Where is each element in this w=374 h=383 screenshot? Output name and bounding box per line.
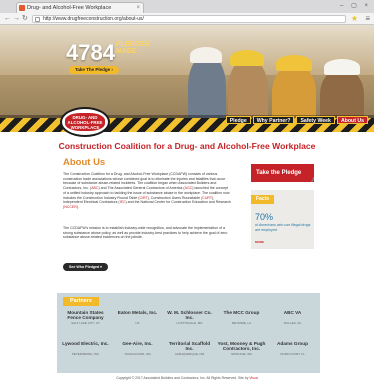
page-title: About Us [63,157,106,168]
partner-name: ABC VA [283,310,302,315]
hero-background [0,25,374,75]
partner-item[interactable]: Adams Group NORTH PORT, FL [268,341,317,356]
partner-location: TUMACACORI, WA [124,352,151,356]
hardhat-icon [190,47,222,63]
para1-text: ), Construction Users Roundtable ( [147,195,203,200]
reload-icon[interactable]: ↻ [22,14,28,24]
partner-name: Lywood Electric, Inc. [62,341,109,346]
nav-item-why-partner[interactable]: Why Partner? [252,116,295,124]
partner-name: Gee-Aire, Inc. [122,341,153,346]
partner-location: METAIRIE, LA [231,321,252,325]
page-headline: Construction Coalition for a Drug- and A… [58,141,316,151]
window-controls[interactable]: – ▢ × [340,2,371,9]
partner-item[interactable]: The MCC Group METAIRIE, LA [217,310,266,325]
pledge-count: 4784 [66,40,115,65]
browser-tab[interactable]: Drug- and Alcohol-Free Workplace × [16,2,144,13]
partner-item[interactable]: Yost, Mooney & Pugh Contractors, Inc. SP… [217,341,266,356]
footer-text: Copyright © 2017 Associated Builders and… [116,376,250,380]
partners-title: Partners [63,297,99,306]
address-bar[interactable]: http://www.drugfreeconstruction.org/abou… [32,15,346,23]
hardhat-icon [276,55,312,71]
partner-item[interactable]: Lywood Electric, Inc. PETERSBURG, WA [61,341,110,356]
site-logo[interactable]: DRUG- AND ALCOHOL-FREE WORKPLACE [60,107,110,137]
partner-location: NORTH PORT, FL [280,352,305,356]
tab-title: Drug- and Alcohol-Free Workplace [27,5,112,11]
partner-item[interactable]: Mountain States Fence Company SALT LAKE … [61,310,110,325]
link-curt[interactable]: CURT [202,196,212,200]
nav-item-pledge[interactable]: Pledge [225,116,251,124]
back-icon[interactable]: ← [4,14,11,24]
logo-badge: DRUG- AND ALCOHOL-FREE WORKPLACE [65,113,105,131]
footer-credit-link[interactable]: Visua [249,376,257,380]
para1-text: ). [76,204,79,209]
browser-tab-bar: Drug- and Alcohol-Free Workplace × – ▢ × [0,0,374,13]
link-cirt[interactable]: CIRT [139,196,147,200]
facts-text: of Americans who use illegal drugs are e… [255,223,311,232]
main-nav: Pledge Why Partner? Safety Week About Us [225,116,368,124]
nav-item-about-us[interactable]: About Us [336,116,368,124]
facts-percentage: 70% [255,212,274,222]
partner-location: SALT LAKE CITY, UT [71,321,100,325]
forward-icon[interactable]: → [13,14,20,24]
page-icon [35,17,40,22]
partner-location: UK [135,321,140,325]
partner-location: DULLES, VA [283,321,302,325]
para1-text: ) and The Associated General Contractors… [98,186,185,191]
partner-location: ALBUQUERQUE, NM [174,352,205,356]
partner-item[interactable]: ABC VA DULLES, VA [268,310,317,325]
bookmark-star-icon[interactable]: ★ [351,14,358,24]
partner-item[interactable]: Gee-Aire, Inc. TUMACACORI, WA [113,341,162,356]
pledges-made-label: PLEDGES MADE [116,41,149,55]
hardhat-icon [230,50,264,66]
take-pledge-hero-button[interactable]: Take The Pledge › [69,66,119,74]
partner-name: Territorial Scaffold Inc. [168,341,211,351]
hardhat-icon [324,59,360,75]
decorative-line [289,164,314,182]
site-favicon-icon [19,5,25,11]
facts-box: Facts 70% of Americans who use illegal d… [251,190,314,249]
nav-item-safety-week[interactable]: Safety Week [296,116,335,124]
browser-menu-icon[interactable]: ≡ [365,14,370,24]
about-paragraph-1: The Construction Coalition for a Drug- a… [63,172,231,210]
about-paragraph-2: The CCDAFW's mission is to establish ind… [63,226,228,240]
partner-name: Adams Group [277,341,308,346]
partner-name: Yost, Mooney & Pugh Contractors, Inc. [217,341,266,351]
pledges-label-line2: MADE [116,48,137,55]
partner-name: Mountain States Fence Company [67,310,104,320]
partner-name: W. M. Schlosser Co. Inc. [167,310,212,320]
partner-location: HYATTSVILLE, MD [176,321,203,325]
partner-location: SPOKANE, WA [231,352,252,356]
facts-label: Facts [251,195,275,204]
partners-section: Partners Mountain States Fence Company S… [57,293,320,373]
take-pledge-sidebar-button[interactable]: Take the Pledge [251,164,314,182]
partner-name: The MCC Group [223,310,260,315]
partner-location: PETERSBURG, WA [71,352,100,356]
partner-item[interactable]: Territorial Scaffold Inc. ALBUQUERQUE, N… [165,341,214,356]
partner-item[interactable]: W. M. Schlosser Co. Inc. HYATTSVILLE, MD [165,310,214,325]
link-nccer[interactable]: NCCER [64,205,77,209]
facts-more-link[interactable]: MORE [255,240,264,244]
logo-line3: WORKPLACE [70,125,100,130]
partner-name: Eaton Metals, Inc. [117,310,158,315]
tab-close-icon[interactable]: × [136,3,140,13]
browser-toolbar: ← → ↻ http://www.drugfreeconstruction.or… [0,13,374,25]
pledges-label-line1: PLEDGES [116,41,150,48]
address-url: http://www.drugfreeconstruction.org/abou… [43,16,144,22]
see-who-pledged-button[interactable]: See Who Pledged ▾ [63,263,108,271]
partner-item[interactable]: Eaton Metals, Inc. UK [113,310,162,325]
footer-copyright: Copyright © 2017 Associated Builders and… [0,376,374,380]
